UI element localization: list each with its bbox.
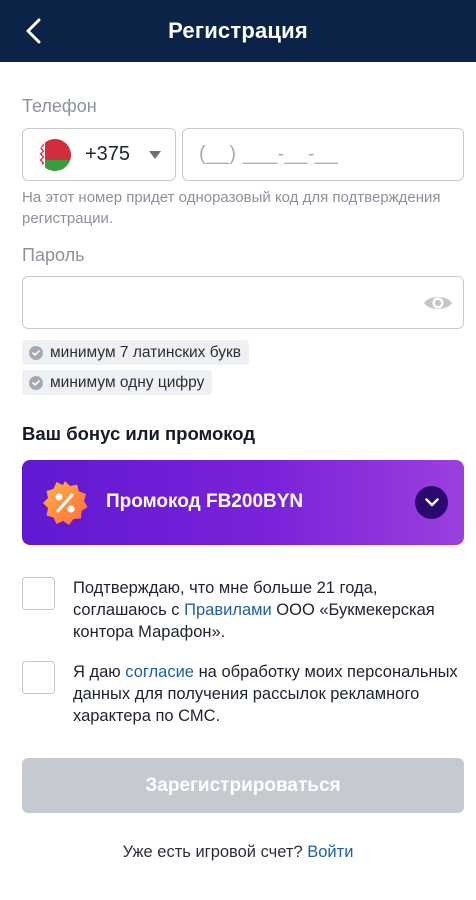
password-input[interactable] (22, 276, 464, 329)
requirement-text: минимум одну цифру (50, 373, 205, 391)
login-prompt-text: Уже есть игровой счет? (122, 843, 303, 861)
sms-consent-checkbox[interactable] (22, 661, 55, 694)
consent-link[interactable]: согласие (125, 663, 194, 681)
age-rules-checkbox[interactable] (22, 577, 55, 610)
phone-label: Телефон (22, 96, 97, 116)
promo-expand-button[interactable] (415, 486, 448, 519)
promo-code-card[interactable]: Промокод FB200BYN (22, 460, 464, 545)
age-rules-consent-text: Подтверждаю, что мне больше 21 года, сог… (73, 577, 465, 643)
page-title: Регистрация (168, 18, 308, 43)
password-visibility-toggle[interactable] (422, 290, 454, 316)
country-code-value: +375 (85, 143, 131, 165)
consent-text-part: Я даю (73, 663, 126, 681)
phone-hint: На этот номер придет одноразовый код для… (22, 189, 441, 227)
check-circle-icon (29, 375, 43, 390)
password-requirement-digit: минимум одну цифру (22, 370, 213, 395)
chevron-left-icon (26, 18, 41, 44)
login-prompt-row: Уже есть игровой счет? Войти (0, 843, 476, 862)
back-button[interactable] (14, 11, 54, 51)
bonus-section-title: Ваш бонус или промокод (22, 423, 256, 444)
rules-link[interactable]: Правилами (184, 601, 272, 619)
check-circle-icon (29, 345, 43, 360)
eye-icon (424, 297, 452, 309)
sms-consent-text: Я даю согласие на обработку моих персона… (73, 661, 465, 727)
password-label: Пароль (22, 245, 85, 265)
percent-badge-icon (43, 481, 88, 525)
register-button[interactable]: Зарегистрироваться (22, 758, 464, 813)
dropdown-arrow-icon (149, 151, 161, 159)
promo-code-label: Промокод FB200BYN (106, 491, 304, 512)
chevron-down-icon (424, 498, 439, 507)
country-code-select[interactable]: +375 (22, 128, 176, 181)
requirement-text: минимум 7 латинских букв (50, 343, 242, 361)
belarus-flag-icon (39, 138, 71, 171)
password-requirement-letters: минимум 7 латинских букв (22, 340, 250, 365)
login-link[interactable]: Войти (307, 843, 353, 861)
top-app-bar: Регистрация (0, 0, 476, 62)
phone-number-input[interactable] (182, 128, 464, 181)
